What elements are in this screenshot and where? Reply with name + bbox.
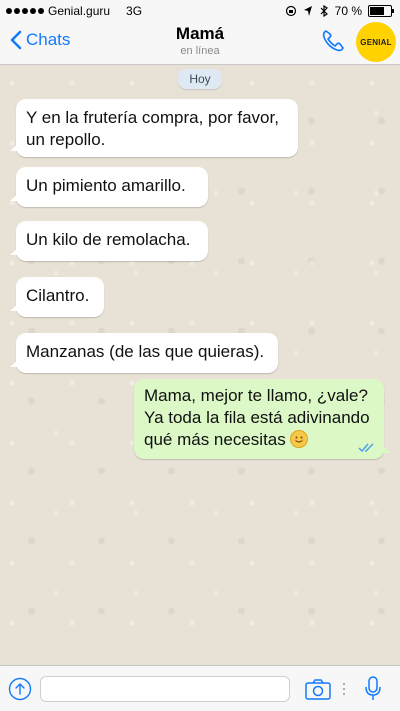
network-type: 3G xyxy=(126,4,143,18)
message-incoming[interactable]: Cilantro. xyxy=(10,277,104,317)
message-text: qué más necesitas xyxy=(144,430,286,449)
smiling-face-emoji-icon xyxy=(290,430,309,448)
message-text: Y en la frutería compra, por favor, xyxy=(26,108,279,127)
message-incoming[interactable]: Y en la frutería compra, por favor, un r… xyxy=(10,99,298,157)
message-text: Manzanas (de las que quieras). xyxy=(26,342,265,361)
status-bar: Genial.guru 3G 70 % xyxy=(0,0,400,22)
message-text: Ya toda la fila está adivinando xyxy=(144,408,370,427)
day-separator: Hoy xyxy=(178,69,222,89)
status-left: Genial.guru 3G xyxy=(6,4,142,18)
message-text: Cilantro. xyxy=(26,286,90,305)
camera-icon[interactable] xyxy=(305,678,331,700)
message-text: Un pimiento amarillo. xyxy=(26,176,186,195)
genial-logo: GENIAL xyxy=(356,22,396,62)
battery-percent: 70 % xyxy=(334,4,362,18)
location-arrow-icon xyxy=(303,6,312,16)
status-right: 70 % xyxy=(285,4,394,18)
share-upload-icon[interactable] xyxy=(8,677,32,701)
microphone-icon[interactable] xyxy=(364,676,382,702)
read-receipt-icon xyxy=(358,443,374,453)
battery-icon xyxy=(368,5,394,17)
bluetooth-icon xyxy=(320,5,328,17)
message-input[interactable] xyxy=(40,676,290,702)
rotation-lock-icon xyxy=(285,5,296,17)
carrier-name: Genial.guru xyxy=(48,4,111,18)
message-text: Un kilo de remolacha. xyxy=(26,230,191,249)
signal-strength-icon xyxy=(6,8,44,14)
message-incoming[interactable]: Manzanas (de las que quieras). xyxy=(10,333,278,373)
message-incoming[interactable]: Un kilo de remolacha. xyxy=(10,221,208,261)
message-incoming[interactable]: Un pimiento amarillo. xyxy=(10,167,208,207)
phone-call-icon[interactable] xyxy=(320,28,346,54)
message-text: un repollo. xyxy=(26,130,106,149)
separator-dots-icon xyxy=(343,683,345,695)
chat-area[interactable]: Hoy Y en la frutería compra, por favor, … xyxy=(0,65,400,665)
message-text: Mama, mejor te llamo, ¿vale? xyxy=(144,386,368,405)
message-outgoing[interactable]: Mama, mejor te llamo, ¿vale? Ya toda la … xyxy=(134,379,391,459)
chat-header: Chats Mamá en línea GENIAL xyxy=(0,22,400,65)
message-composer xyxy=(0,665,400,711)
